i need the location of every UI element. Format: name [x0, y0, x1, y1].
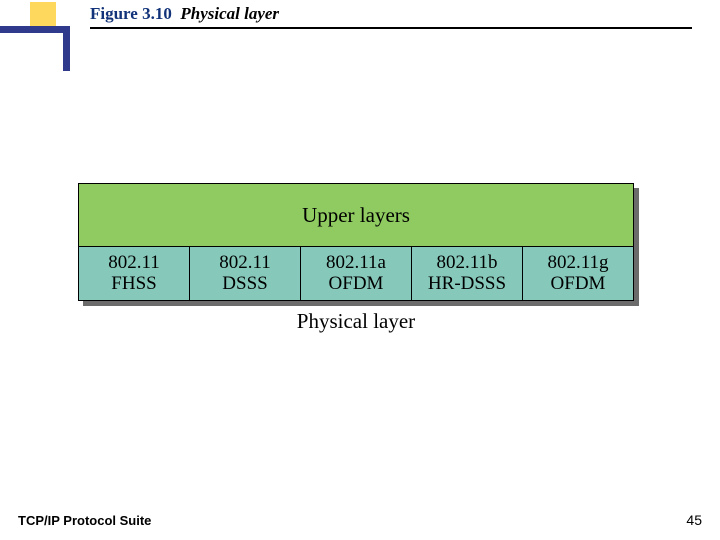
- physical-layer-row: 802.11 FHSS 802.11 DSSS 802.11a OFDM 802…: [78, 247, 634, 301]
- cell-line2: OFDM: [551, 274, 606, 295]
- figure-label: Physical layer: [180, 4, 279, 23]
- figure-number: Figure 3.10: [90, 4, 172, 23]
- phys-cell-11a: 802.11a OFDM: [301, 247, 412, 301]
- physical-layer-caption: Physical layer: [78, 309, 634, 334]
- deco-bar-vertical: [63, 26, 70, 71]
- cell-line2: FHSS: [111, 274, 156, 295]
- cell-line1: 802.11: [219, 253, 271, 274]
- cell-line2: DSSS: [222, 274, 267, 295]
- cell-line1: 802.11a: [326, 253, 386, 274]
- physical-variants-row: 802.11 FHSS 802.11 DSSS 802.11a OFDM 802…: [78, 247, 634, 301]
- footer-text: TCP/IP Protocol Suite: [18, 513, 151, 528]
- deco-bar-horizontal: [0, 26, 70, 33]
- cell-line1: 802.11b: [436, 253, 497, 274]
- cell-line2: HR-DSSS: [428, 274, 506, 295]
- figure-title: Figure 3.10 Physical layer: [90, 4, 279, 24]
- cell-line1: 802.11: [108, 253, 160, 274]
- title-underline: [90, 27, 692, 29]
- phys-cell-11b: 802.11b HR-DSSS: [412, 247, 523, 301]
- slide-corner-decoration: [0, 0, 90, 80]
- phys-cell-dsss: 802.11 DSSS: [190, 247, 301, 301]
- phys-cell-fhss: 802.11 FHSS: [78, 247, 190, 301]
- slide-footer: TCP/IP Protocol Suite 45: [18, 512, 702, 528]
- phys-cell-11g: 802.11g OFDM: [523, 247, 634, 301]
- upper-layers-label: Upper layers: [78, 183, 634, 247]
- cell-line2: OFDM: [329, 274, 384, 295]
- page-number: 45: [686, 512, 702, 528]
- layers-diagram: Upper layers 802.11 FHSS 802.11 DSSS 802…: [78, 183, 634, 334]
- cell-line1: 802.11g: [547, 253, 608, 274]
- deco-square: [30, 2, 56, 26]
- upper-layers-box: Upper layers: [78, 183, 634, 247]
